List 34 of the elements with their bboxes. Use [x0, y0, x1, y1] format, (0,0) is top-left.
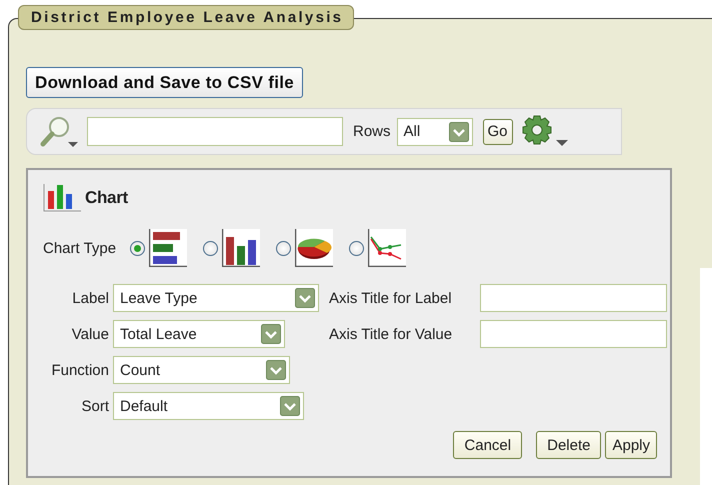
action-button[interactable]: Apply: [605, 431, 657, 459]
bar-chart-icon: [43, 184, 81, 212]
select-field[interactable]: Leave Type: [113, 284, 319, 312]
radio-button[interactable]: [130, 240, 146, 256]
select-field[interactable]: Count: [113, 356, 290, 384]
radio-button[interactable]: [276, 240, 292, 256]
field-label: Axis Title for Label: [329, 290, 453, 306]
rows-label: Rows: [353, 123, 391, 140]
action-button[interactable]: Delete: [536, 431, 602, 459]
line-chart-icon[interactable]: [368, 229, 406, 267]
radio-button[interactable]: [203, 240, 218, 256]
field-label: Value: [70, 326, 109, 342]
select-field[interactable]: Default: [113, 392, 304, 420]
action-button[interactable]: Cancel: [453, 431, 522, 459]
field-label: Sort: [80, 398, 109, 414]
download-button[interactable]: Download and Save to CSV file: [26, 67, 304, 98]
panel-title: Chart: [85, 188, 128, 208]
bar-chart-icon[interactable]: [222, 229, 260, 267]
field-label: Function: [50, 362, 109, 378]
chart-type-label: Chart Type: [43, 240, 116, 256]
go-button[interactable]: Go: [482, 118, 513, 144]
search-field[interactable]: [87, 117, 343, 146]
field-label: Axis Title for Value: [329, 326, 454, 342]
field-label: Label: [71, 290, 109, 306]
input-field[interactable]: [480, 320, 667, 348]
search-icon[interactable]: [39, 114, 79, 148]
input-field[interactable]: [480, 284, 667, 312]
bar-chart-icon[interactable]: [149, 229, 188, 267]
select-field[interactable]: Total Leave: [113, 320, 285, 348]
region-title: District Employee Leave Analysis: [18, 5, 354, 30]
radio-button[interactable]: [349, 240, 364, 256]
gear-icon[interactable]: [520, 114, 569, 148]
select-field[interactable]: All: [396, 118, 473, 146]
pie-chart-icon[interactable]: [295, 229, 334, 267]
